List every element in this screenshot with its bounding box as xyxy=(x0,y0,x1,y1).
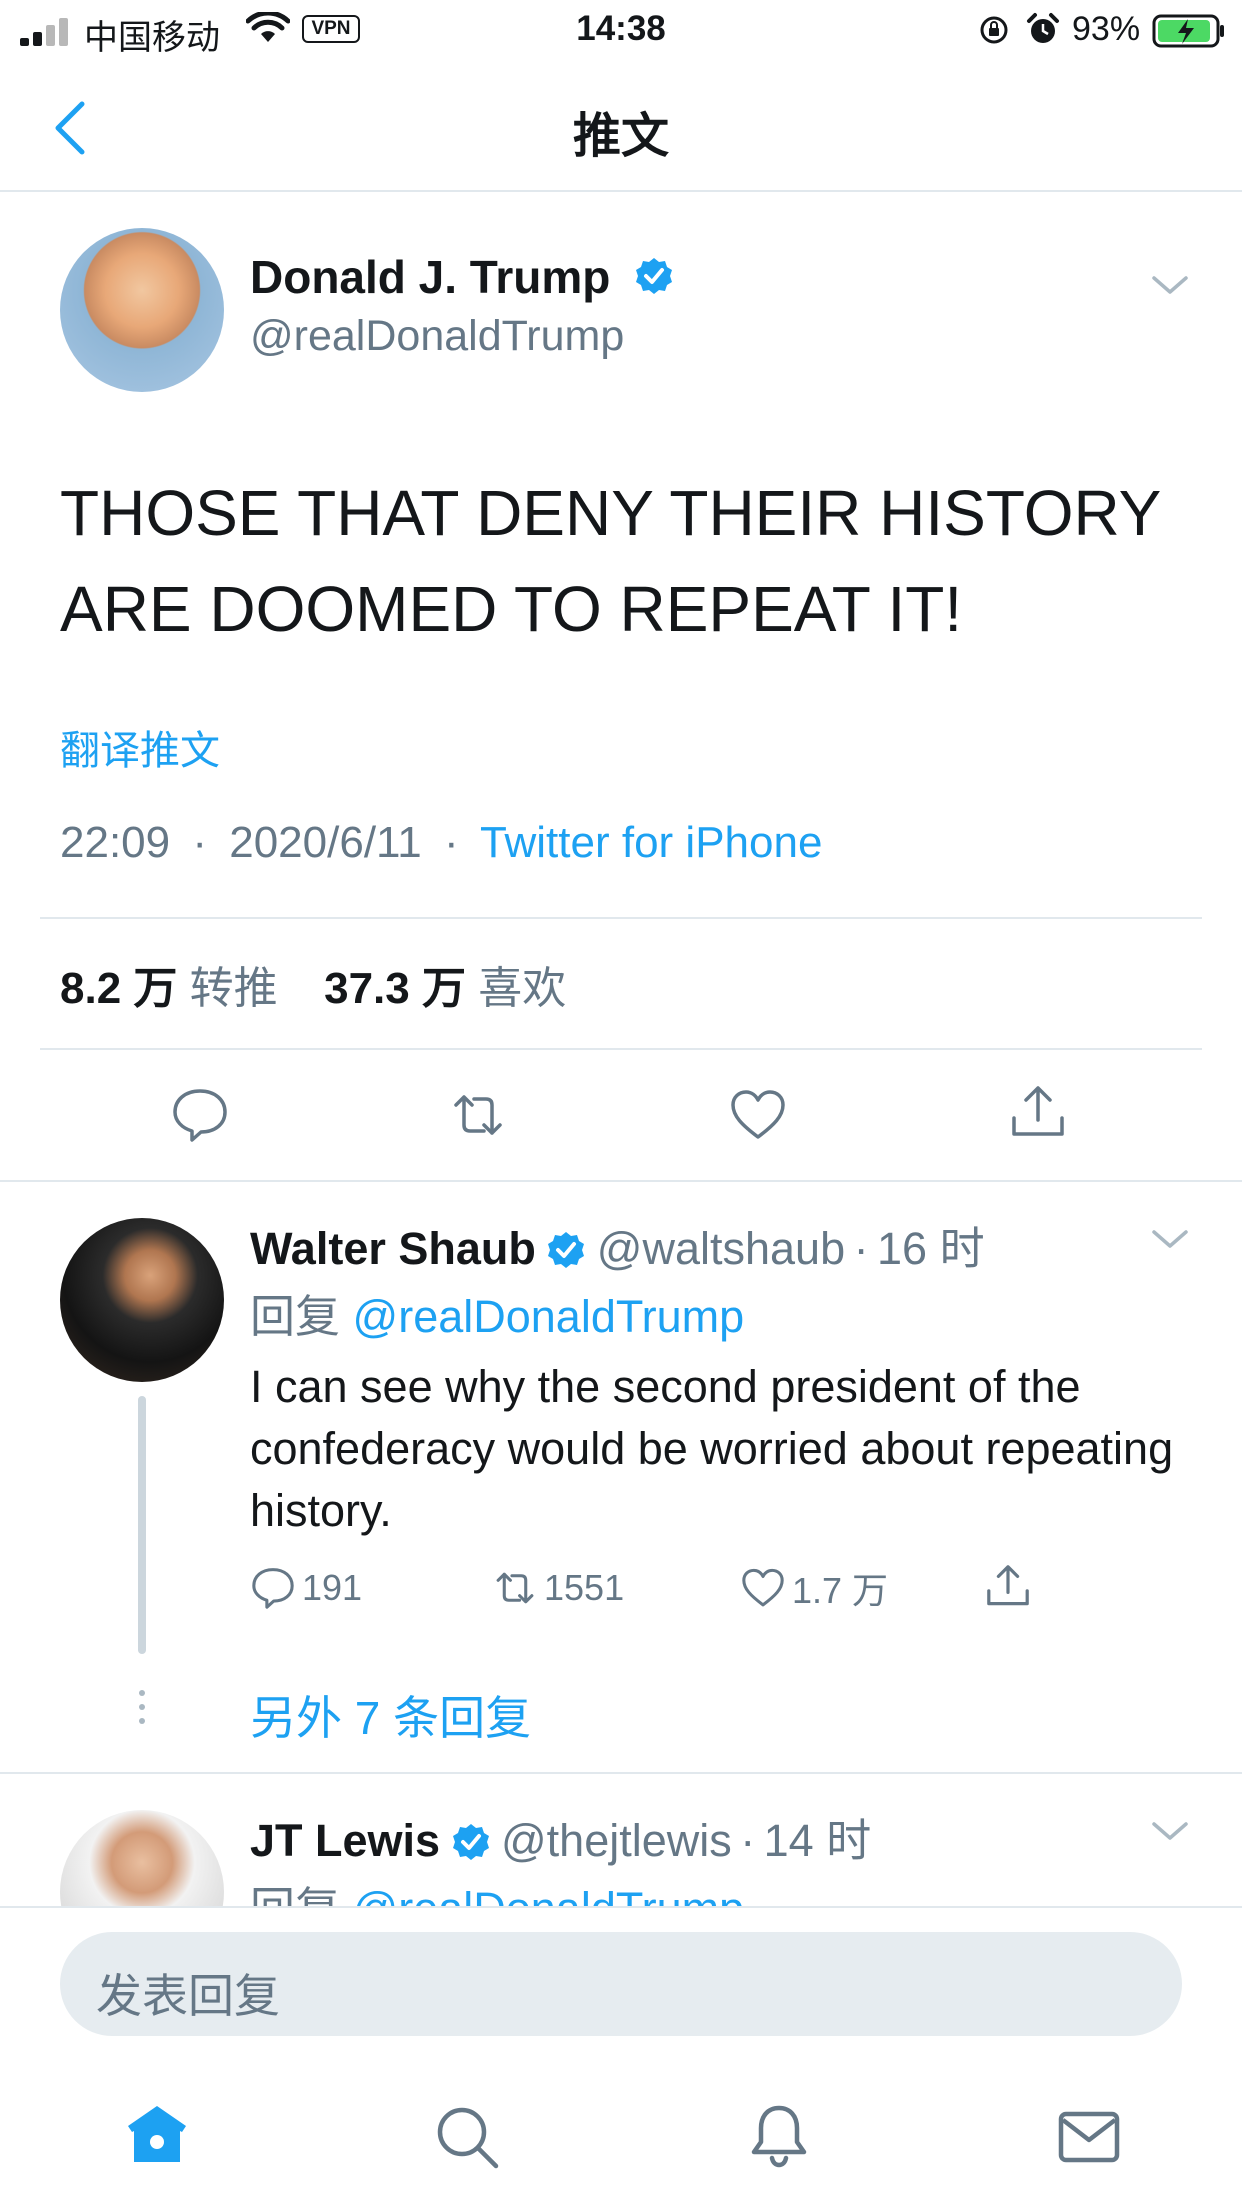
page-title: 推文 xyxy=(572,110,669,163)
retweet-icon xyxy=(496,1572,534,1604)
reply-age: 14 时 xyxy=(763,1815,872,1866)
mention-link[interactable]: @realDonaldTrump xyxy=(353,1291,745,1342)
retweet-count: 1551 xyxy=(544,1567,625,1608)
share-icon[interactable] xyxy=(984,1562,1032,1610)
verified-badge-icon xyxy=(636,258,672,294)
avatar[interactable] xyxy=(60,228,224,392)
notifications-bell-icon[interactable] xyxy=(746,2102,812,2168)
tweet-date: 2020/6/11 xyxy=(229,818,422,867)
retweet-action[interactable]: 1551 xyxy=(492,1564,624,1612)
translate-link[interactable]: 翻译推文 xyxy=(60,718,220,776)
retweets-label: 转推 xyxy=(189,964,278,1013)
status-bar: 中国移动 VPN 14:38 93% xyxy=(0,0,1242,60)
reply-count: 191 xyxy=(302,1567,363,1608)
like-action[interactable]: 1.7 万 xyxy=(740,1564,888,1612)
retweets-stat[interactable]: 8.2 万 转推 xyxy=(60,964,278,1013)
retweets-count: 8.2 万 xyxy=(60,964,178,1013)
nav-bar: 推文 xyxy=(0,60,1242,192)
meta-separator: · xyxy=(853,1223,869,1274)
reply-author-handle[interactable]: @waltshaub xyxy=(597,1223,845,1274)
reply-composer-placeholder: 发表回复 xyxy=(96,1970,280,2022)
share-icon[interactable] xyxy=(1008,1082,1068,1142)
reply-author-name[interactable]: JT Lewis xyxy=(250,1815,440,1866)
more-replies-link[interactable]: 另外 7 条回复 xyxy=(250,1682,531,1748)
likes-count: 37.3 万 xyxy=(324,964,466,1013)
divider xyxy=(40,917,1202,919)
author-handle[interactable]: @realDonaldTrump xyxy=(250,312,624,361)
likes-stat[interactable]: 37.3 万 喜欢 xyxy=(324,964,566,1013)
tweet-time: 22:09 xyxy=(60,818,171,867)
reply-prefix: 回复 xyxy=(250,1291,341,1342)
heart-icon xyxy=(742,1568,784,1607)
tweet-stats: 8.2 万 转推 37.3 万 喜欢 xyxy=(60,952,566,1016)
chevron-down-icon[interactable] xyxy=(1150,1818,1190,1846)
messages-envelope-icon[interactable] xyxy=(1056,2104,1122,2170)
more-dots-icon xyxy=(136,1690,148,1726)
reply-header: Walter Shaub @waltshaub · 16 时 xyxy=(250,1212,985,1277)
tweet-text-line: ARE DOOMED TO REPEAT IT! xyxy=(60,573,963,645)
tweet-text-line: THOSE THAT DENY THEIR HISTORY xyxy=(60,477,1162,549)
meta-separator: · xyxy=(740,1815,756,1866)
thread-line xyxy=(138,1396,146,1654)
likes-label: 喜欢 xyxy=(478,964,567,1013)
battery-percent: 93% xyxy=(1072,10,1141,48)
alarm-icon xyxy=(1027,13,1059,43)
divider xyxy=(40,1048,1202,1050)
retweet-icon[interactable] xyxy=(448,1085,508,1145)
reply-author-name[interactable]: Walter Shaub xyxy=(250,1223,536,1274)
divider xyxy=(0,1180,1242,1182)
like-count: 1.7 万 xyxy=(792,1570,889,1611)
battery-charging-icon xyxy=(1152,14,1224,48)
replying-to: 回复 @realDonaldTrump xyxy=(250,1280,744,1345)
reply-header: JT Lewis @thejtlewis · 14 时 xyxy=(250,1804,871,1869)
reply-icon xyxy=(252,1568,294,1609)
tweet-source-link[interactable]: Twitter for iPhone xyxy=(480,818,822,867)
verified-badge-icon xyxy=(452,1824,489,1860)
author-name-text: Donald J. Trump xyxy=(250,251,611,303)
chevron-down-icon[interactable] xyxy=(1150,272,1190,300)
verified-badge-icon xyxy=(548,1232,585,1268)
reply-action[interactable]: 191 xyxy=(250,1564,362,1612)
meta-separator: · xyxy=(192,818,207,867)
avatar[interactable] xyxy=(60,1218,224,1382)
tweet-text: THOSE THAT DENY THEIR HISTORY ARE DOOMED… xyxy=(60,465,1190,657)
orientation-lock-icon xyxy=(980,16,1008,44)
search-icon[interactable] xyxy=(434,2104,500,2170)
author-name[interactable]: Donald J. Trump xyxy=(250,250,610,304)
tweet-meta: 22:09 · 2020/6/11 · Twitter for iPhone xyxy=(60,818,822,868)
home-icon[interactable] xyxy=(124,2102,190,2168)
meta-separator: · xyxy=(443,818,459,867)
reply-text: I can see why the second president of th… xyxy=(250,1361,1174,1536)
reply-icon[interactable] xyxy=(170,1085,230,1145)
chevron-down-icon[interactable] xyxy=(1150,1226,1190,1254)
divider xyxy=(0,1772,1242,1774)
reply-author-handle[interactable]: @thejtlewis xyxy=(501,1815,732,1866)
heart-icon[interactable] xyxy=(728,1085,788,1145)
reply-age: 16 时 xyxy=(877,1223,985,1274)
